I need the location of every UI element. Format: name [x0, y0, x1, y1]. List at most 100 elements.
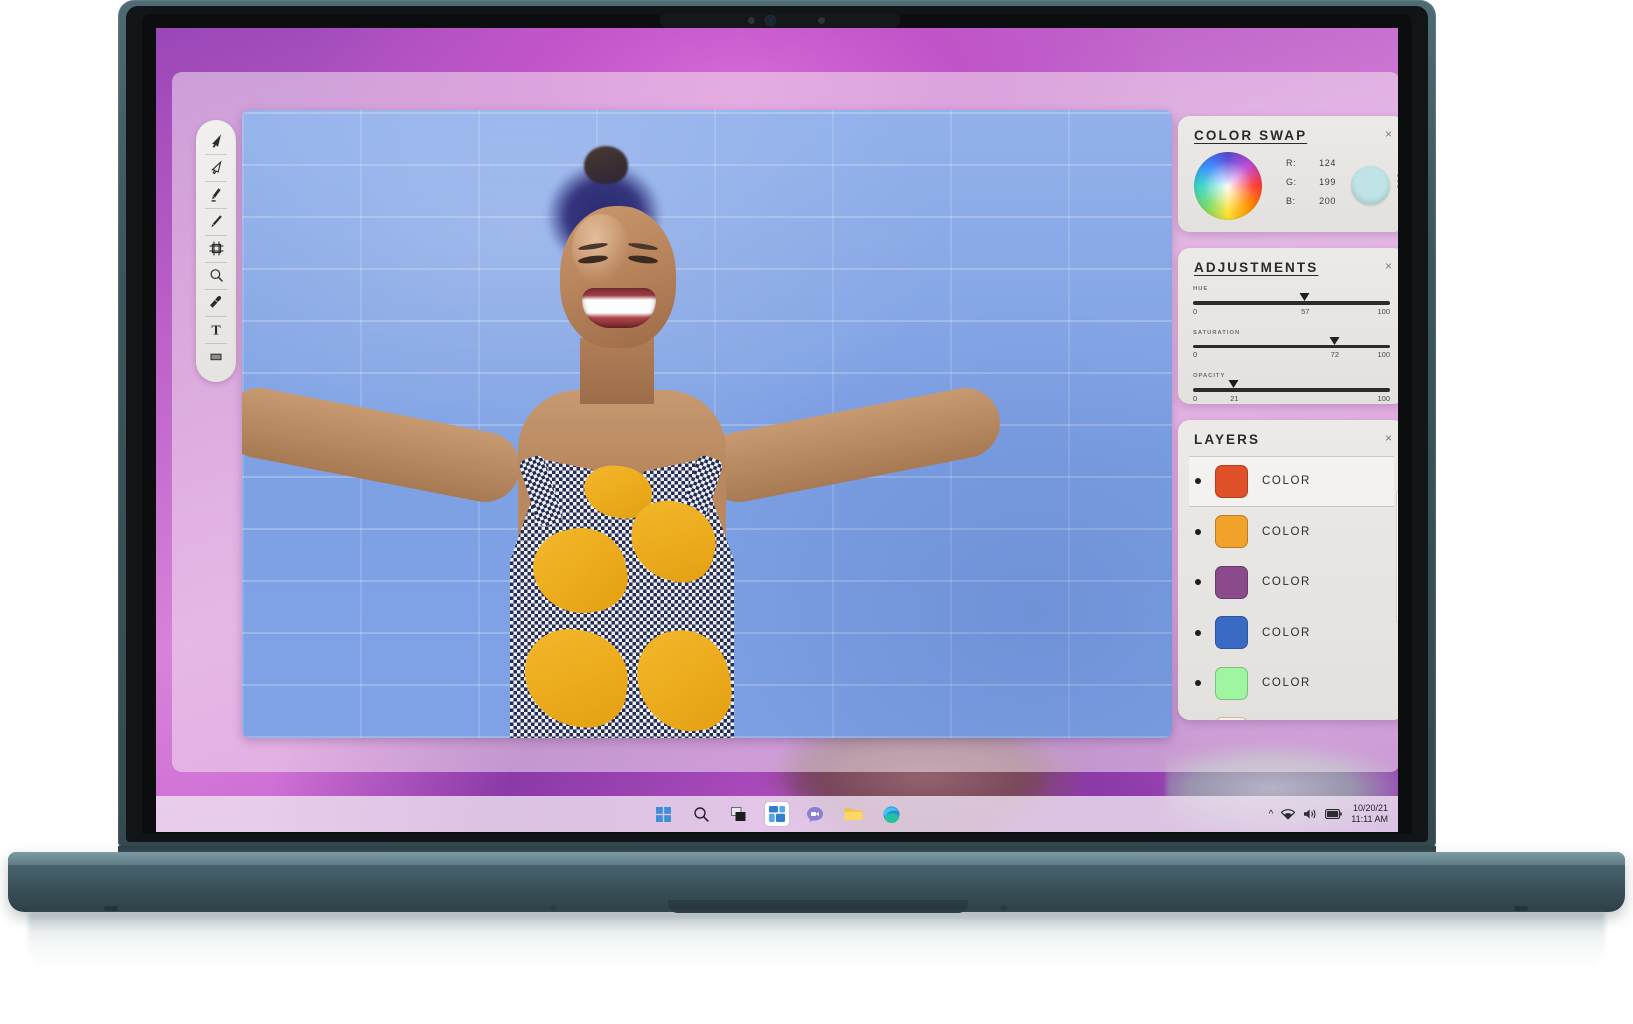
taskbar-date: 10/20/21 — [1351, 803, 1388, 814]
b-value: 200 — [1310, 196, 1336, 206]
layers-close-button[interactable]: × — [1385, 432, 1392, 444]
layer-list: COLOR COLOR COLOR COLOR COLOR COLOR — [1189, 456, 1394, 720]
hue-slider-thumb[interactable] — [1300, 293, 1310, 301]
layer-color-swatch[interactable] — [1215, 515, 1248, 548]
crop-tool[interactable] — [201, 235, 231, 262]
magnifier-icon[interactable] — [201, 262, 231, 289]
layer-row[interactable]: COLOR — [1189, 709, 1394, 721]
selected-color-swatch[interactable] — [1351, 166, 1390, 205]
g-value: 199 — [1310, 177, 1336, 187]
saturation-slider-thumb[interactable] — [1329, 337, 1339, 345]
laptop-base-vent-left — [550, 905, 557, 912]
screen: T — [156, 28, 1398, 832]
search-button[interactable] — [689, 802, 713, 826]
subject-smile — [582, 288, 656, 328]
hue-slider-block: HUE 0 57 100 — [1193, 286, 1390, 319]
battery-icon[interactable] — [1325, 809, 1342, 819]
layer-label: COLOR — [1262, 677, 1311, 689]
layers-scrollbar-thumb[interactable] — [1397, 492, 1398, 622]
layer-color-swatch[interactable] — [1215, 566, 1248, 599]
widgets-button[interactable] — [765, 802, 789, 826]
layer-color-swatch[interactable] — [1215, 465, 1248, 498]
adjustments-panel: ADJUSTMENTS × HUE 0 57 100 — [1178, 248, 1398, 404]
opacity-slider-track[interactable] — [1193, 388, 1390, 392]
rgb-row-b: B: 200 — [1286, 196, 1336, 206]
screenshot-root: T — [0, 0, 1633, 1024]
layer-visibility-icon[interactable] — [1195, 630, 1201, 636]
layer-row[interactable]: COLOR — [1189, 608, 1394, 659]
saturation-max: 100 — [1377, 350, 1390, 359]
rgb-row-g: G: 199 — [1286, 177, 1336, 187]
saturation-slider-block: SATURATION 0 72 100 — [1193, 330, 1390, 363]
layers-panel: LAYERS × COLOR COLOR COLOR COLOR COLOR COLOR — [1178, 420, 1398, 720]
laptop-foot-right — [1514, 906, 1528, 911]
eyedropper-tool[interactable] — [201, 289, 231, 316]
g-label: G: — [1286, 177, 1296, 187]
task-view-button[interactable] — [727, 802, 751, 826]
r-value: 124 — [1310, 158, 1336, 168]
layer-row[interactable]: COLOR — [1189, 658, 1394, 709]
opacity-value: 21 — [1230, 394, 1238, 403]
subject-arm-left — [242, 382, 526, 508]
r-label: R: — [1286, 158, 1296, 168]
adjustment-sliders: HUE 0 57 100 SATURATION — [1193, 286, 1390, 417]
layer-label: COLOR — [1262, 627, 1311, 639]
layer-row[interactable]: COLOR — [1189, 557, 1394, 608]
text-tool[interactable]: T — [201, 316, 231, 343]
brush-tool[interactable] — [201, 208, 231, 235]
laptop-base-vent-right — [1000, 905, 1007, 912]
pencil-tool[interactable] — [201, 181, 231, 208]
photo-subject — [242, 110, 1172, 738]
chat-button[interactable] — [803, 802, 827, 826]
layer-row[interactable]: COLOR — [1189, 456, 1394, 507]
cursor-arrow-tool[interactable] — [201, 127, 231, 154]
file-explorer-button[interactable] — [841, 802, 865, 826]
edge-browser-button[interactable] — [879, 802, 903, 826]
layer-color-swatch[interactable] — [1215, 667, 1248, 700]
hue-label: HUE — [1193, 286, 1390, 292]
color-swap-close-button[interactable]: × — [1385, 128, 1392, 140]
hue-min: 0 — [1193, 307, 1197, 316]
more-options-icon[interactable] — [1397, 174, 1398, 188]
layer-row[interactable]: COLOR — [1189, 507, 1394, 558]
layer-color-swatch[interactable] — [1215, 616, 1248, 649]
opacity-slider-thumb[interactable] — [1229, 380, 1239, 388]
layer-label: COLOR — [1262, 526, 1311, 538]
opacity-label: OPACITY — [1193, 373, 1390, 379]
webcam-sensor-right — [818, 17, 825, 24]
subject-hair-bun — [584, 146, 628, 184]
subject-arm-right — [698, 382, 1006, 508]
taskbar-time: 11:11 AM — [1351, 814, 1388, 825]
opacity-min: 0 — [1193, 394, 1197, 403]
layers-title: LAYERS — [1194, 432, 1260, 447]
layer-label: COLOR — [1262, 576, 1311, 588]
webcam-strip — [660, 14, 900, 28]
saturation-slider-track[interactable] — [1193, 345, 1390, 349]
rgb-row-r: R: 124 — [1286, 158, 1336, 168]
wifi-icon[interactable] — [1281, 809, 1295, 820]
layer-label: COLOR — [1262, 475, 1311, 487]
taskbar-clock[interactable]: 10/20/21 11:11 AM — [1351, 803, 1388, 826]
layer-visibility-icon[interactable] — [1195, 680, 1201, 686]
chevron-up-icon[interactable]: ^ — [1269, 809, 1274, 820]
layer-visibility-icon[interactable] — [1195, 579, 1201, 585]
hue-slider-track[interactable] — [1193, 301, 1390, 305]
adjustments-close-button[interactable]: × — [1385, 260, 1392, 272]
windows-taskbar: ^ 10/20/21 11:11 AM — [156, 796, 1398, 832]
taskbar-app-buttons — [651, 802, 903, 826]
layer-visibility-icon[interactable] — [1195, 478, 1201, 484]
layer-visibility-icon[interactable] — [1195, 529, 1201, 535]
photo-editor-window: T — [172, 72, 1398, 772]
opacity-slider-block: OPACITY 0 21 100 — [1193, 373, 1390, 406]
color-swap-panel: COLOR SWAP × R: 124 G: 199 B: 200 — [1178, 116, 1398, 232]
speaker-icon[interactable] — [1303, 808, 1317, 820]
layer-color-swatch[interactable] — [1215, 717, 1248, 720]
image-canvas[interactable] — [242, 110, 1172, 738]
color-wheel-picker[interactable] — [1194, 152, 1262, 220]
tool-palette: T — [196, 120, 236, 382]
tray-icons: ^ — [1269, 808, 1343, 820]
taskbar-system-tray: ^ 10/20/21 11:11 AM — [1269, 803, 1388, 826]
swatch-tool[interactable] — [201, 343, 231, 370]
lasso-select-tool[interactable] — [201, 154, 231, 181]
start-button[interactable] — [651, 802, 675, 826]
